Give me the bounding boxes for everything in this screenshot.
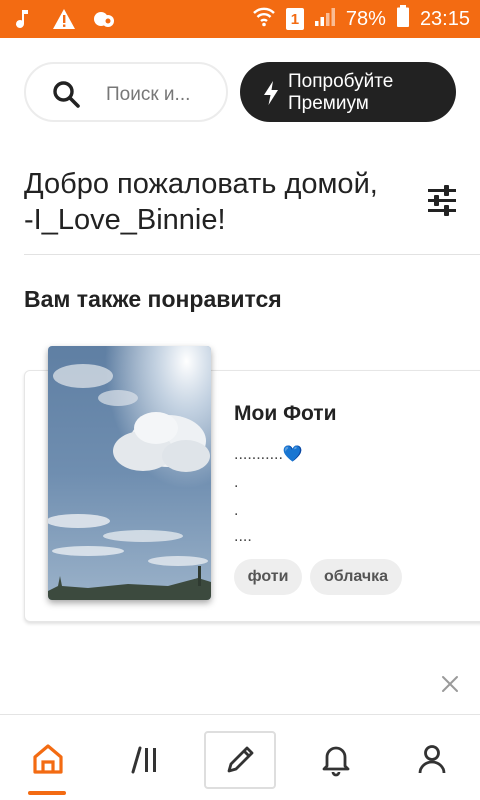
story-description-line: ...........💙 [234,446,303,463]
nav-profile[interactable] [408,735,456,783]
sliders-icon [428,185,456,216]
lightning-icon [262,80,280,111]
signal-icon [314,5,336,33]
premium-label: Попробуйте Премиум [288,71,394,114]
active-tab-indicator [28,791,66,795]
pencil-icon [227,746,254,773]
divider [24,254,480,255]
search-placeholder: Поиск и... [106,84,191,105]
filter-settings-button[interactable] [424,180,460,220]
library-icon [131,746,156,774]
clock: 23:15 [419,7,470,30]
story-title[interactable]: Мои Фоти [234,402,337,426]
search-icon [52,80,80,113]
story-cover[interactable] [48,346,211,600]
profile-icon [418,745,446,774]
nav-library[interactable] [122,735,170,783]
status-bar: 1 78% 23:15 [0,0,480,38]
welcome-line: Добро пожаловать домой, [24,168,378,200]
battery-icon [396,4,410,34]
try-premium-button[interactable]: Попробуйте Премиум [240,62,456,122]
sim-indicator: 1 [285,8,304,30]
bottom-navigation [0,714,480,800]
sky-clouds-image [48,346,211,600]
nav-home[interactable] [24,735,72,783]
music-note-icon [12,7,36,31]
home-icon [33,744,63,774]
cloud-settings-icon [92,7,116,31]
welcome-heading: Добро пожаловать домой, -I_Love_Binnie! [24,166,414,238]
battery-percent: 78% [345,7,386,30]
nav-notifications[interactable] [312,735,360,783]
story-description-line: . [234,474,239,491]
warning-icon [52,7,76,31]
close-icon[interactable] [438,672,462,696]
story-description-line: .... [234,528,252,545]
bell-icon [322,746,350,777]
wifi-icon [252,5,276,33]
tag-chip[interactable]: фоти [234,559,302,595]
section-title: Вам также понравится [24,286,282,312]
nav-write[interactable] [204,731,276,789]
tag-chip[interactable]: облачка [310,559,402,595]
story-description-line: . [234,502,239,519]
welcome-username: -I_Love_Binnie! [24,204,226,236]
search-bar[interactable]: Поиск и... [24,62,228,122]
